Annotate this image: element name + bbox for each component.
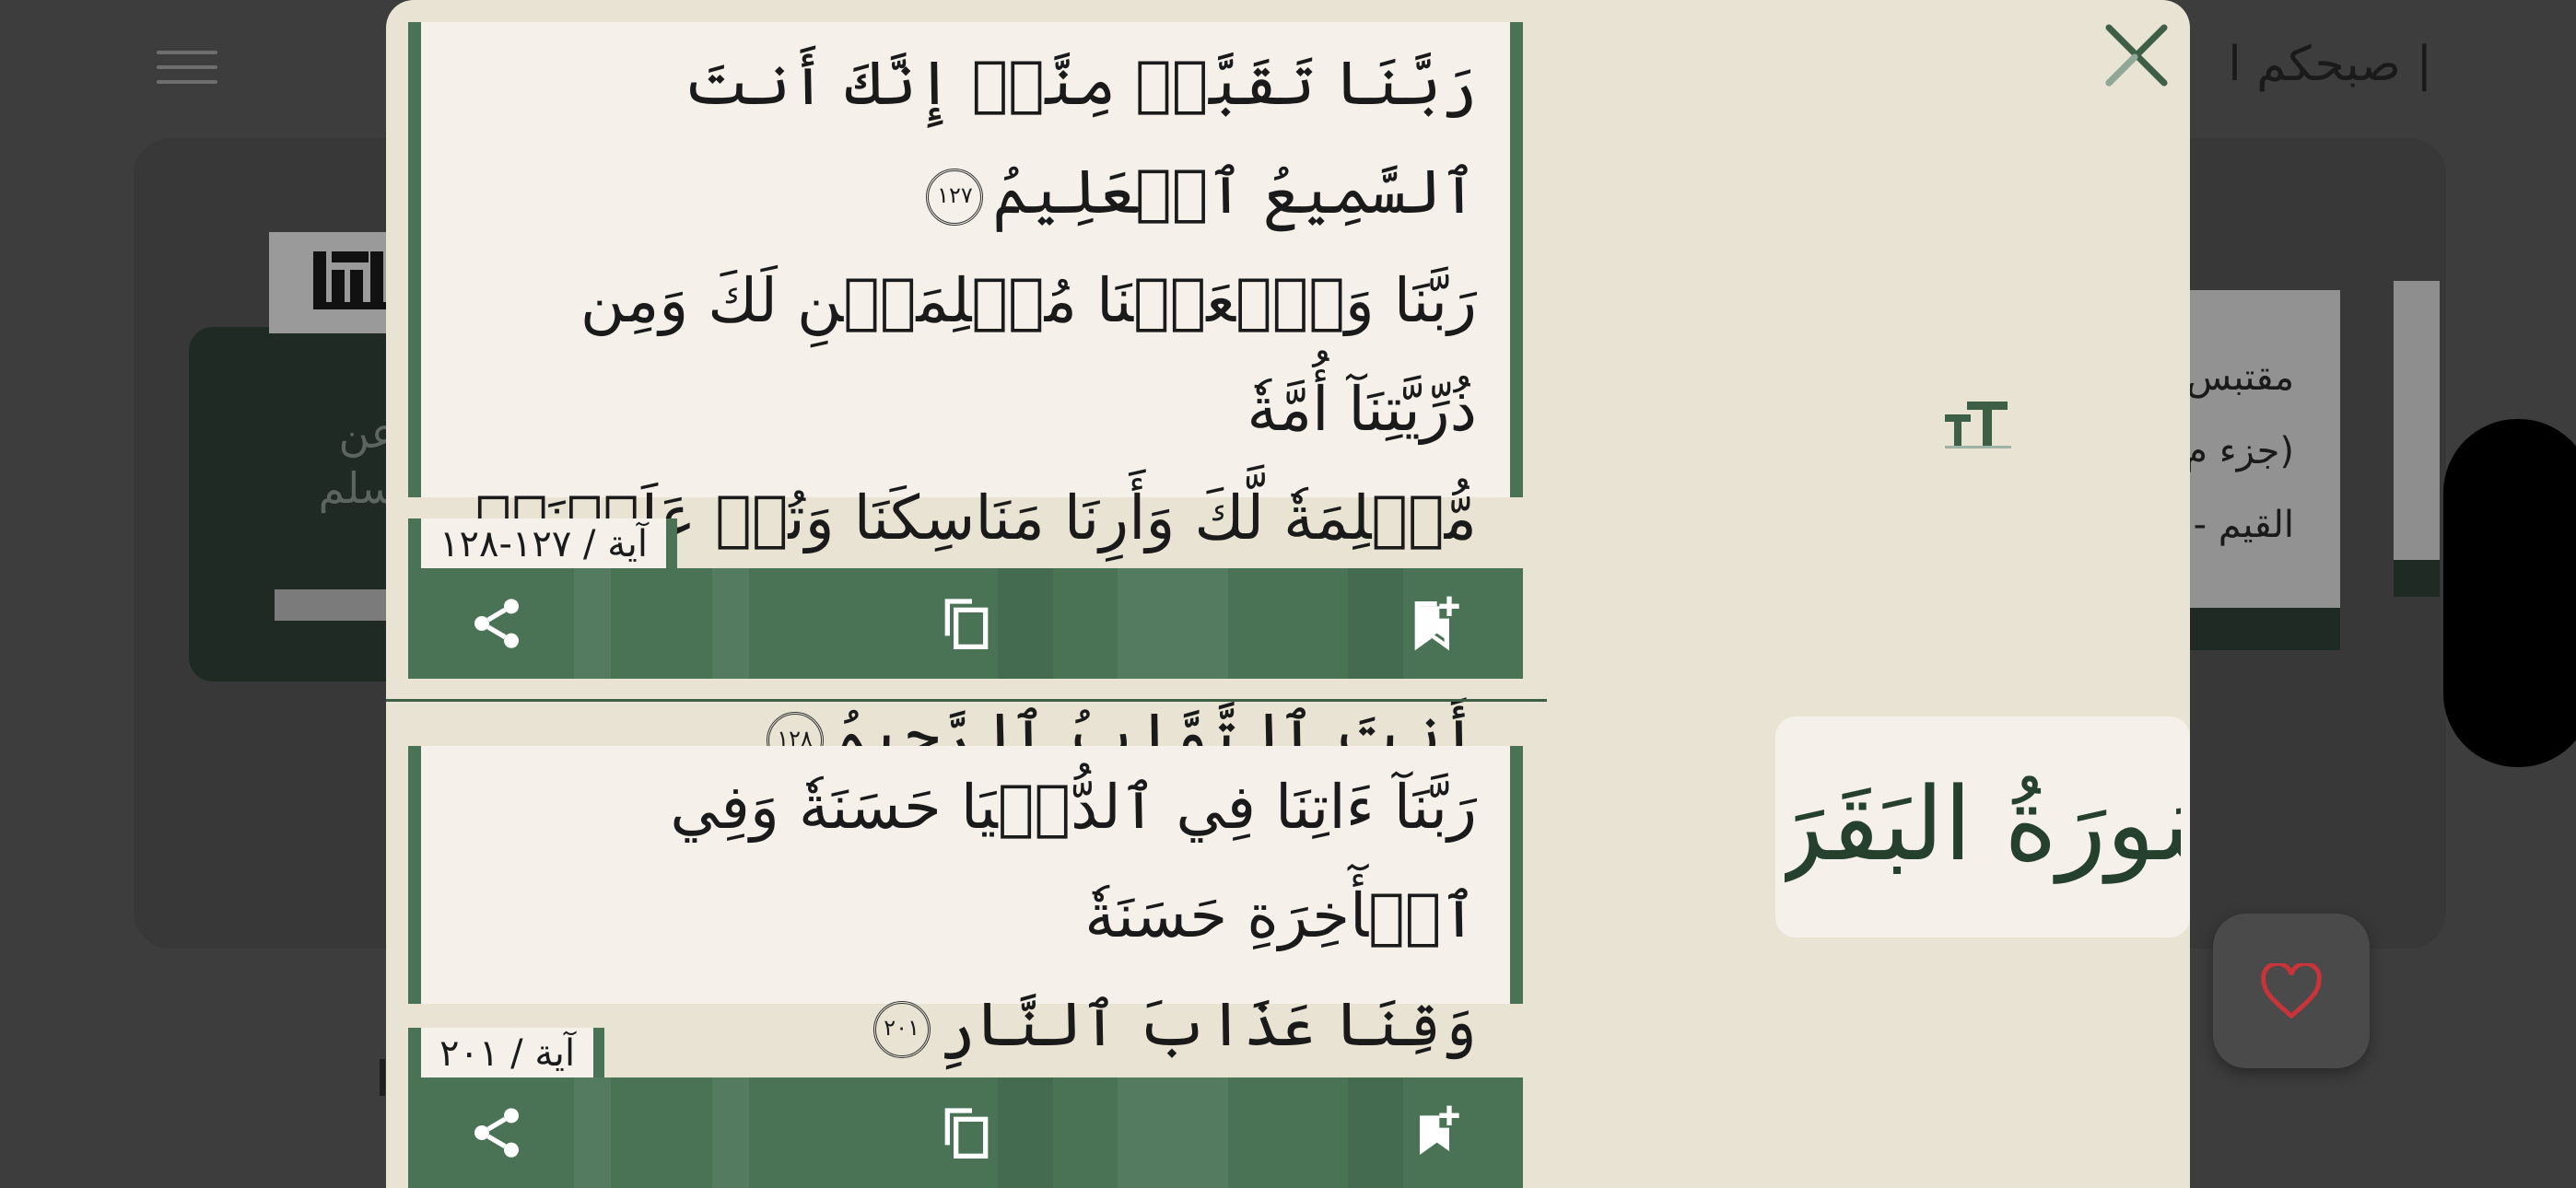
ayah-label: آية / ٢٠١	[408, 1028, 605, 1079]
bookmark-button[interactable]	[1405, 594, 1464, 653]
favorite-button[interactable]	[2213, 914, 2370, 1068]
verse-divider	[386, 699, 1547, 702]
logo-icon	[313, 247, 396, 311]
background-card-right-text: مقتبس (جزء م القيم -	[2188, 341, 2294, 562]
text-size-button[interactable]	[1943, 396, 2017, 451]
close-icon	[2105, 24, 2168, 87]
verse-line: رَبَّنَآ ءَاتِنَا فِي ٱلدُّنۡيَا حَسَنَة…	[670, 772, 1477, 951]
ayah-number-marker: ١٢٧	[926, 169, 984, 226]
bookmark-add-icon	[1420, 1105, 1459, 1155]
verse-line: وَقِنَا عَذَابَ ٱلنَّارِ	[939, 989, 1477, 1060]
share-button[interactable]	[467, 594, 526, 653]
ayah-number-marker: ٢٠١	[872, 1001, 931, 1058]
verse-action-bar	[408, 568, 1523, 679]
background-card-left-bar	[275, 589, 404, 621]
greeting-text: | صبحكم ا	[2228, 37, 2432, 92]
verse-line: رَبَّنَا تَقَبَّلۡ مِنَّآۖ إِنَّكَ أَنتَ…	[683, 48, 1477, 227]
background-card-left-text: عن سلم	[318, 408, 396, 513]
verse-action-bar	[408, 1077, 1523, 1188]
background-divider	[380, 1059, 385, 1096]
surah-name-card: سُورَةُ البَقَرَة	[1775, 716, 2190, 938]
background-card-right-bar	[2188, 608, 2340, 650]
background-card-right-line: القيم -	[2193, 504, 2294, 546]
verse-card: رَبَّنَآ ءَاتِنَا فِي ٱلدُّنۡيَا حَسَنَة…	[408, 746, 1523, 1060]
background-card-right-line: (جزء م	[2188, 430, 2294, 472]
copy-button[interactable]	[935, 1103, 994, 1162]
copy-button[interactable]	[935, 594, 994, 653]
share-button[interactable]	[467, 1103, 526, 1162]
ayah-label-text: آية / ١٢٧-١٢٨	[421, 518, 666, 570]
background-card-right-line: مقتبس	[2188, 356, 2294, 399]
bookmark-button[interactable]	[1405, 1103, 1464, 1162]
surah-calligraphy: سُورَةُ البَقَرَة	[1785, 765, 2181, 884]
heart-icon	[2261, 963, 2322, 1019]
ayah-label: آية / ١٢٧-١٢٨	[408, 518, 677, 570]
ayah-label-text: آية / ٢٠١	[421, 1028, 594, 1079]
copy-icon	[944, 599, 989, 649]
share-icon	[474, 1108, 519, 1158]
share-icon	[474, 599, 519, 648]
bookmark-add-icon	[1414, 596, 1459, 651]
background-card-far-bar	[2394, 560, 2440, 597]
hamburger-menu-icon[interactable]	[157, 51, 217, 87]
surah-name-text: سُورَةُ البَقَرَة	[1785, 765, 2181, 884]
background-card-far[interactable]	[2394, 281, 2440, 585]
side-handle[interactable]	[2443, 419, 2576, 767]
verse-modal: سُورَةُ البَقَرَة رَبَّنَا تَقَبَّلۡ مِن…	[386, 0, 2190, 1188]
close-button[interactable]	[2100, 18, 2173, 92]
copy-icon	[944, 1108, 989, 1159]
verse-card: رَبَّنَا تَقَبَّلۡ مِنَّآۖ إِنَّكَ أَنتَ…	[408, 22, 1523, 771]
verse-line: رَبَّنَا وَٱجۡعَلۡنَا مُسۡلِمَيۡنِ لَكَ …	[580, 265, 1477, 445]
text-size-icon	[1945, 402, 2011, 448]
